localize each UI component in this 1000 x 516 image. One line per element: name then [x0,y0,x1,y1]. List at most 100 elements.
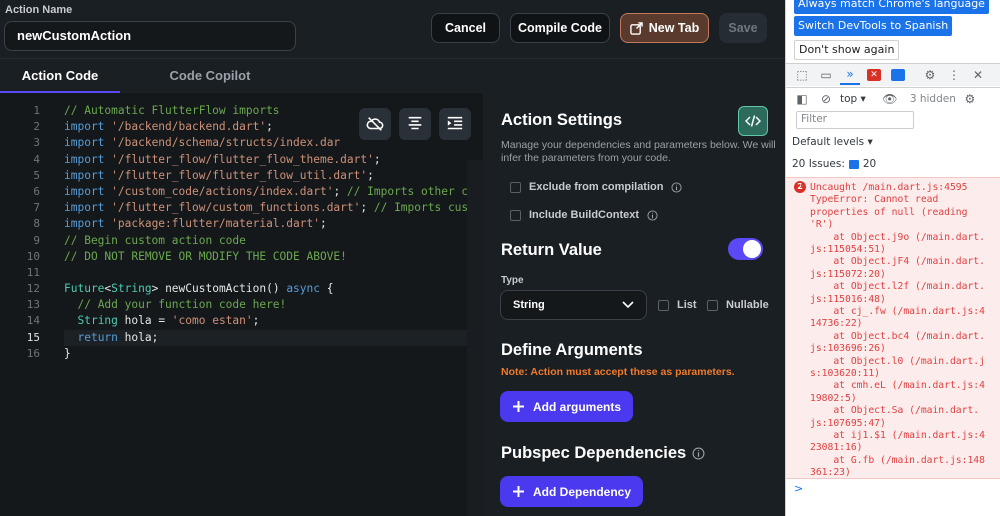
cloud-off-button[interactable] [359,108,391,140]
type-select[interactable]: String [500,290,647,320]
console-filter-input[interactable]: Filter [796,111,914,129]
context-label: top [840,93,858,105]
device-toolbar-icon[interactable]: ▭ [816,65,836,85]
console-tab-icon[interactable]: » [840,65,860,85]
include-context-label: Include BuildContext [529,209,639,221]
issues-summary[interactable]: 20 Issues: 20 [792,158,876,170]
line-number: 1 [33,104,40,117]
list-row: List [658,299,697,311]
add-dependency-button[interactable]: Add Dependency [500,476,644,507]
tab-code-copilot[interactable]: Code Copilot [140,59,280,93]
action-settings-description: Manage your dependencies and parameters … [501,139,776,164]
include-context-checkbox[interactable] [510,209,521,221]
info-icon [671,181,683,193]
line-number: 8 [33,217,40,231]
issues-badge-icon[interactable] [888,65,908,85]
error-stack-line: js:107695:47) [810,417,886,429]
pubspec-title-row: Pubspec Dependencies [501,444,705,463]
editor-tabs: Action Code Code Copilot [0,58,785,93]
list-checkbox[interactable] [658,299,669,311]
action-name-input[interactable]: newCustomAction [4,21,296,51]
return-value-toggle[interactable] [728,238,763,260]
indent-button[interactable] [439,108,471,140]
devtools-panel: Always match Chrome's language Switch De… [785,0,1000,516]
sidebar-toggle-icon[interactable]: ◧ [792,89,812,109]
code-text: ; [360,201,374,215]
console-error-message[interactable]: 2 ▸ Uncaught /main.dart.js:4595 TypeError… [786,177,1000,479]
error-headline: Uncaught /main.dart.js:4595 [810,182,968,193]
code-keyword: import [64,201,112,215]
code-editor[interactable]: 1 2 3 4 5 6 7 8 9 10 11 12 13 14 15 16 /… [0,93,483,516]
hidden-count: 3 hidden [909,93,956,105]
eye-icon[interactable]: 👁 [880,89,900,109]
log-levels-select[interactable]: Default levels ▾ [792,136,873,148]
code-text: ; [319,217,327,231]
type-label: Type [501,275,524,286]
error-stack-line: at cj_.fw (/main.dart.js:4 [810,306,985,317]
line-number: 9 [33,233,40,247]
error-stack-line: js:103696:26) [810,343,886,355]
compile-code-button[interactable]: Compile Code [510,13,610,43]
add-arguments-button[interactable]: Add arguments [500,391,634,422]
editor-toolbar [359,108,471,140]
error-count-badge[interactable]: ✕ [864,65,884,85]
code-line: import '/flutter_flow/flutter_flow_util.… [64,168,483,184]
cancel-button[interactable]: Cancel [431,13,500,43]
plus-icon [513,486,524,497]
code-string: '/backend/backend.dart' [111,120,267,134]
code-text: } [64,346,71,360]
custom-action-editor: Action Name newCustomAction Cancel Compi… [0,0,785,516]
nullable-checkbox[interactable] [707,299,718,311]
code-line: import 'package:flutter/material.dart'; [64,216,483,232]
line-number: 3 [33,136,40,150]
gear-icon[interactable]: ⚙ [920,65,940,85]
return-value-title: Return Value [501,241,602,259]
format-code-button[interactable] [399,108,431,140]
dont-show-again-button[interactable]: Don't show again [794,40,900,60]
code-keyword: import [64,120,112,134]
line-number: 7 [33,201,40,215]
switch-language-button[interactable]: Switch DevTools to Spanish [794,16,953,36]
code-string: '/flutter_flow/flutter_flow_theme.dart' [111,152,374,166]
code-lines[interactable]: // Automatic FlutterFlow imports import … [64,103,483,362]
code-string: 'como estan' [171,314,253,328]
error-stack-line: at cmh.eL (/main.dart.js:4 [810,380,985,392]
issues-count: 20 [862,158,877,170]
console-settings-icon[interactable]: ⚙ [960,89,980,109]
new-tab-button[interactable]: New Tab [620,13,709,43]
line-number-gutter: 1 2 3 4 5 6 7 8 9 10 11 12 13 14 15 16 [0,103,42,362]
error-stack-line: 19802:5) [810,392,857,404]
clear-console-icon[interactable]: ⊘ [816,89,836,109]
define-arguments-note: Note: Action must accept these as parame… [501,366,735,378]
code-string: '/flutter_flow/custom_functions.dart' [111,201,361,215]
add-arguments-label: Add arguments [533,399,622,414]
inspect-element-icon[interactable]: ⬚ [792,65,812,85]
devtools-main-toolbar: ⬚ ▭ » ✕ ⚙ ⋮ ✕ [786,63,1000,86]
expand-arrow-icon[interactable]: ▸ [800,180,806,193]
code-comment: // Imports other cu [346,184,475,198]
error-stack-line: at Object.Sa (/main.dart. [810,405,980,417]
context-select[interactable]: top ▾ [840,93,866,105]
code-string: '/custom_code/actions/index.dart' [111,184,334,198]
close-icon[interactable]: ✕ [968,65,988,85]
view-code-button[interactable] [738,106,768,136]
console-prompt[interactable]: > [794,482,803,495]
code-keyword: return [77,330,118,344]
tab-action-code[interactable]: Action Code [0,59,120,93]
more-options-icon[interactable]: ⋮ [944,65,964,85]
code-type: Future [64,282,105,296]
code-line: // DO NOT REMOVE OR MODIFY THE CODE ABOV… [64,249,483,265]
line-number: 4 [33,152,40,166]
editor-scrollbar[interactable] [467,160,483,516]
info-icon [647,209,658,221]
console-toolbar: ◧ ⊘ top ▾ 👁 3 hidden ⚙ [786,87,1000,110]
error-stack-line: at G.fb (/main.dart.js:148 [810,454,985,466]
chevron-down-icon [622,301,634,309]
exclude-compilation-checkbox[interactable] [510,181,521,193]
save-button[interactable]: Save [719,13,767,43]
line-number: 12 [26,282,40,296]
line-number-active: 15 [26,330,40,344]
always-match-language-button[interactable]: Always match Chrome's language [794,0,989,14]
